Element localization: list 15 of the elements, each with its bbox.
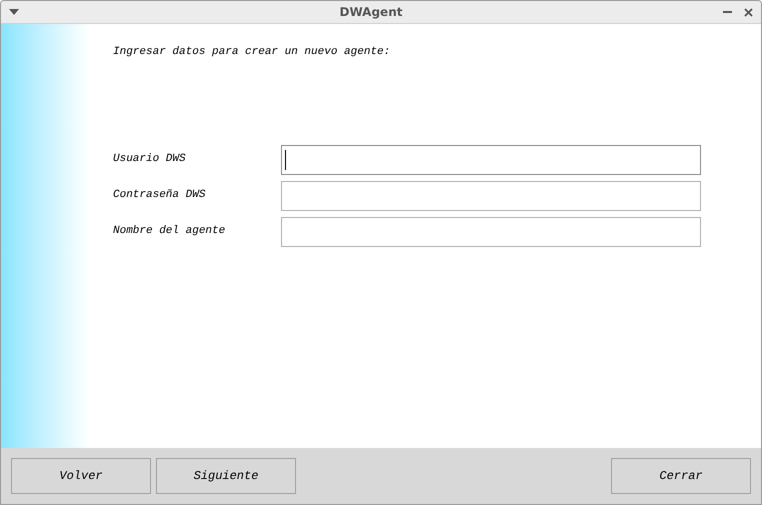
input-field[interactable] xyxy=(281,180,701,210)
text-cursor xyxy=(285,150,286,170)
menu-caret-icon[interactable] xyxy=(9,9,19,15)
window-title: DWAgent xyxy=(340,4,402,21)
input-field[interactable] xyxy=(281,216,701,246)
minimize-icon[interactable] xyxy=(722,11,732,13)
intro-text: Ingresar datos para crear un nuevo agente: xyxy=(113,45,392,60)
dialog-button[interactable]: Siguiente xyxy=(156,458,296,494)
close-icon[interactable] xyxy=(744,8,753,16)
field-label: Contraseña DWS xyxy=(113,188,206,204)
dialog-button[interactable]: Cerrar xyxy=(611,458,751,494)
input-field[interactable] xyxy=(281,144,701,174)
field-label: Usuario DWS xyxy=(113,152,187,168)
field-label: Nombre del agente xyxy=(113,224,226,240)
dialog-button[interactable]: Volver xyxy=(11,458,151,494)
